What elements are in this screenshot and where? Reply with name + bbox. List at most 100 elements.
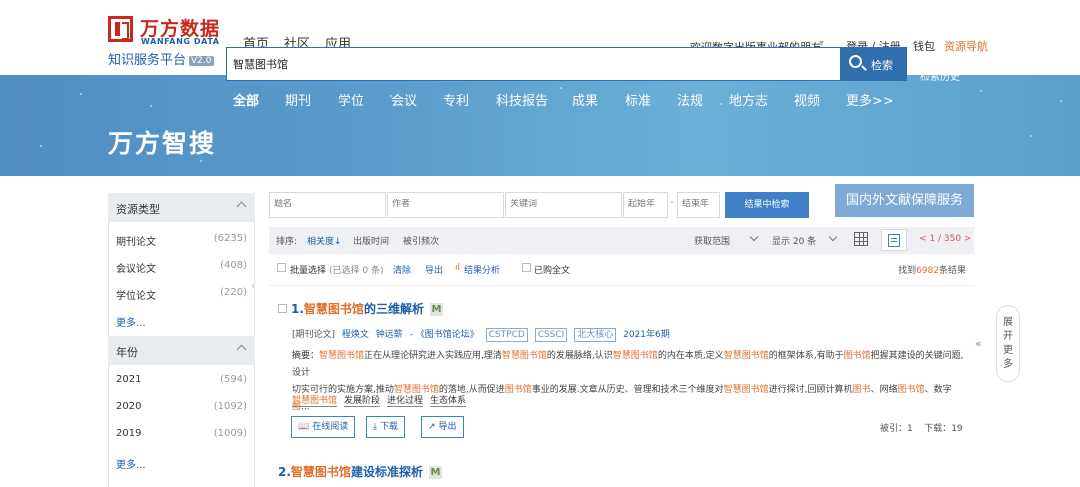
search-in-results-button[interactable]: 结果中检索 — [725, 192, 809, 218]
facet-resource-type[interactable]: 资源类型 — [108, 193, 255, 222]
export-button[interactable]: 导出 — [425, 263, 443, 276]
author-link[interactable]: 钟远薪 — [376, 330, 403, 340]
sort-cited[interactable]: 被引频次 — [403, 234, 439, 247]
facet-more-year[interactable]: 更多... — [116, 456, 146, 471]
end-year-input[interactable] — [682, 199, 719, 209]
advanced-search-link[interactable]: 高级检索 — [920, 48, 960, 63]
export-result-button[interactable]: ↗ 导出 — [421, 416, 464, 438]
chevron-down-icon[interactable] — [749, 232, 759, 242]
keyword-link[interactable]: 智慧图书馆 — [292, 396, 338, 407]
category-tab-tech-report[interactable]: 科技报告 — [496, 90, 548, 109]
journal-link[interactable]: - 《图书馆论坛》 — [410, 330, 479, 340]
category-tab-journal[interactable]: 期刊 — [285, 90, 311, 109]
title-filter-input[interactable] — [274, 199, 378, 209]
facet-item-conference[interactable]: 会议论文 (408) — [108, 253, 255, 280]
batch-select-label[interactable]: 批量选择 — [290, 263, 326, 276]
platform-title: 知识服务平台 V2.0 — [108, 53, 214, 68]
keyword-filter[interactable] — [505, 192, 622, 218]
range-select[interactable]: 获取范围 — [694, 234, 730, 247]
batch-bar: 批量选择 (已选择 0 条) 清除 导出 ıl 结果分析 已购全文 找到6982… — [269, 257, 974, 279]
chart-icon: ıl — [455, 263, 461, 273]
category-tab-degree[interactable]: 学位 — [338, 90, 364, 109]
category-tab-patent[interactable]: 专利 — [443, 90, 469, 109]
download-icon: ⤓ — [373, 422, 377, 432]
category-tab-standard[interactable]: 标准 — [625, 90, 651, 109]
list-view-icon[interactable] — [881, 229, 907, 251]
abstract-text: 智慧图书馆 — [723, 351, 769, 361]
facet-item-2019[interactable]: 2019 (1009) — [108, 421, 255, 448]
category-tab-achievement[interactable]: 成果 — [572, 90, 598, 109]
category-tab-regulation[interactable]: 法规 — [677, 90, 703, 109]
per-page-select[interactable]: 显示 20 条 — [772, 234, 816, 247]
abstract-text: 进行探讨,回顾计算机 — [768, 385, 853, 395]
author-filter[interactable] — [387, 192, 504, 218]
facet-item-label: 学位论文 — [116, 291, 156, 302]
batch-select-checkbox[interactable] — [277, 263, 286, 272]
expand-arrow-icon[interactable]: « — [975, 337, 982, 350]
facet-year[interactable]: 年份 — [108, 336, 255, 365]
start-year-input[interactable] — [628, 199, 667, 209]
facet-item-label: 会议论文 — [116, 264, 156, 275]
keyword-filter-input[interactable] — [510, 199, 614, 209]
facet-item-journal[interactable]: 期刊论文 (6235) — [108, 226, 255, 253]
download-button[interactable]: ⤓ 下载 — [366, 416, 405, 438]
chevron-up-icon[interactable] — [236, 201, 247, 212]
chevron-up-icon[interactable] — [236, 344, 247, 355]
search-box[interactable] — [226, 47, 841, 81]
result-meta: [期刊论文] 程焕文 钟远薪 - 《图书馆论坛》 CSTPCD CSSCI 北大… — [292, 327, 670, 342]
keyword-link[interactable]: 生态体系 — [430, 396, 467, 407]
author-link[interactable]: 程焕文 — [342, 330, 369, 340]
title-filter[interactable] — [269, 192, 386, 218]
result-title[interactable]: 1.智慧图书馆的三维解析 M — [291, 300, 443, 317]
purchased-checkbox[interactable] — [522, 263, 531, 272]
facet-item-label: 2021 — [116, 374, 142, 385]
category-tab-conference[interactable]: 会议 — [391, 90, 417, 109]
grid-view-icon[interactable] — [854, 232, 868, 246]
facet-title: 年份 — [116, 346, 138, 359]
clear-button[interactable]: 清除 — [393, 263, 411, 276]
facet-title: 资源类型 — [116, 203, 160, 216]
end-year-filter[interactable] — [677, 192, 720, 218]
abstract-text: 的框架体系,有助于 — [768, 351, 844, 361]
category-tab-all[interactable]: 全部 — [233, 90, 259, 109]
keyword-link[interactable]: 发展阶段 — [344, 396, 381, 407]
purchased-label[interactable]: 已购全文 — [534, 263, 570, 276]
start-year-filter[interactable] — [623, 192, 668, 218]
author-filter-input[interactable] — [392, 199, 496, 209]
facet-item-label: 2020 — [116, 401, 142, 412]
chevron-left-icon[interactable]: ‹ — [251, 281, 255, 292]
mobile-badge: M — [428, 466, 442, 479]
search-banner: 万方智搜 全部 期刊 学位 会议 专利 科技报告 成果 标准 法规 地方志 视频… — [0, 75, 1080, 176]
category-tab-more[interactable]: 更多>> — [846, 90, 894, 109]
abstract-text: 图书 — [852, 385, 871, 395]
index-tag: CSSCI — [534, 328, 568, 342]
chevron-down-icon[interactable] — [828, 232, 838, 242]
issue-link[interactable]: 2021年6期 — [623, 330, 670, 340]
mobile-badge: M — [429, 303, 443, 316]
sort-relevance[interactable]: 相关度↓ — [307, 234, 342, 247]
selected-count: (已选择 0 条) — [329, 266, 384, 276]
doc-service-button[interactable]: 国内外文献保障服务 — [835, 184, 974, 217]
result-title[interactable]: 2.智慧图书馆建设标准探析 M — [278, 463, 442, 480]
brand-title: 万方智搜 — [108, 129, 217, 158]
abstract-text: 智慧图书馆 — [612, 351, 658, 361]
abstract-text: 智慧图书馆 — [501, 351, 547, 361]
facet-item-degree[interactable]: 学位论文 (220) — [108, 280, 255, 307]
wanfang-logo-icon[interactable] — [108, 16, 133, 42]
keyword-link[interactable]: 进化过程 — [387, 396, 424, 407]
category-tab-video[interactable]: 视频 — [794, 90, 820, 109]
pagination[interactable]: < 1 / 350 > — [919, 234, 971, 244]
search-input[interactable] — [233, 57, 793, 70]
analysis-button[interactable]: 结果分析 — [464, 263, 500, 276]
search-history-link[interactable]: 检索历史 — [920, 68, 960, 83]
facet-item-2020[interactable]: 2020 (1092) — [108, 394, 255, 421]
search-icon — [849, 55, 862, 68]
read-online-button[interactable]: 📖 在线阅读 — [291, 416, 356, 438]
search-button[interactable]: 检索 — [841, 47, 907, 81]
facet-item-2021[interactable]: 2021 (594) — [108, 367, 255, 394]
sort-publish-date[interactable]: 出版时间 — [353, 234, 389, 247]
expand-more-button[interactable]: 展开更多 — [996, 305, 1020, 382]
result-checkbox[interactable] — [278, 304, 287, 313]
facet-more-resource[interactable]: 更多... — [116, 314, 146, 329]
category-tab-chronicle[interactable]: 地方志 — [729, 90, 768, 109]
